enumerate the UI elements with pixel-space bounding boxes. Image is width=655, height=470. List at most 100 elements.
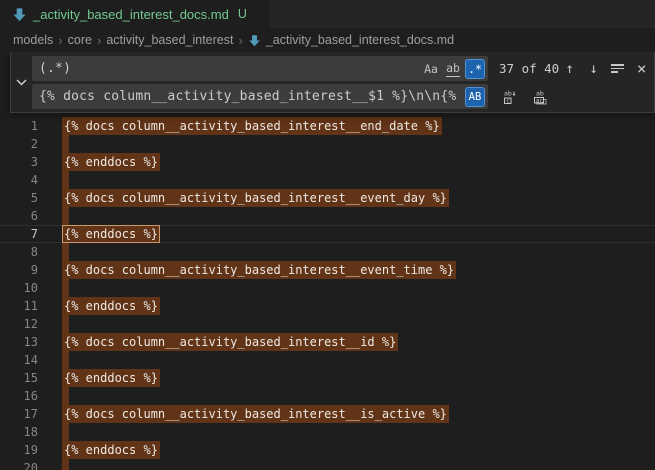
code-text [62,279,69,297]
next-match-button[interactable]: ↓ [583,58,604,79]
code-text: {% docs column__activity_based_interest_… [62,333,398,351]
line-number[interactable]: 6 [0,207,38,225]
code-line[interactable]: 9 {% docs column__activity_based_interest… [0,261,655,279]
code-text [62,243,69,261]
line-number[interactable]: 11 [0,297,38,315]
code-text [62,387,69,405]
replace-all-icon: ab ac [532,89,548,105]
code-line[interactable]: 10 [0,279,655,297]
line-number[interactable]: 16 [0,387,38,405]
find-match-highlight [62,423,69,441]
close-find-button[interactable]: × [631,58,652,79]
find-match-highlight: {% docs column__activity_based_interest_… [62,261,456,279]
find-match-highlight [62,243,69,261]
line-number[interactable]: 2 [0,135,38,153]
line-number[interactable]: 1 [0,117,38,135]
find-input[interactable]: (.*) Aa ab .* [32,56,488,81]
find-match-highlight: {% enddocs %} [62,297,160,315]
chevron-right-icon: › [233,33,247,48]
find-match-highlight [62,387,69,405]
line-number[interactable]: 8 [0,243,38,261]
code-line[interactable]: 13 {% docs column__activity_based_interes… [0,333,655,351]
find-match-highlight [62,315,69,333]
find-match-highlight: {% enddocs %} [62,369,160,387]
breadcrumb-item-file[interactable]: _activity_based_interest_docs.md [248,33,454,47]
line-number[interactable]: 15 [0,369,38,387]
code-text: {% enddocs %} [62,441,160,459]
code-line[interactable]: 7{% enddocs %} [0,225,655,243]
replace-input[interactable]: {% docs column__activity_based_interest_… [32,84,488,109]
code-text [62,351,69,369]
match-case-toggle[interactable]: Aa [421,59,441,79]
editor-pane[interactable]: 1 {% docs column__activity_based_interest… [0,52,655,470]
replace-button[interactable]: ab c [499,86,520,107]
code-line[interactable]: 11 {% enddocs %} [0,297,655,315]
svg-text:ab: ab [504,89,512,97]
replace-all-button[interactable]: ab ac [529,86,550,107]
code-line[interactable]: 12 [0,315,655,333]
arrow-up-icon: ↑ [566,61,574,77]
code-line[interactable]: 5 {% docs column__activity_based_interest… [0,189,655,207]
code-line[interactable]: 3{% enddocs %} [0,153,655,171]
line-number[interactable]: 12 [0,315,38,333]
line-number[interactable]: 13 [0,333,38,351]
code-line[interactable]: 2 [0,135,655,153]
match-count: 37 of 40 [499,61,559,76]
code-line[interactable]: 18 [0,423,655,441]
toggle-replace-button[interactable] [11,52,32,112]
code-line[interactable]: 15 {% enddocs %} [0,369,655,387]
find-match-highlight [62,279,69,297]
breadcrumb-filename: _activity_based_interest_docs.md [266,33,454,47]
find-query-text: (.*) [39,61,419,76]
previous-match-button[interactable]: ↑ [559,58,580,79]
find-row: (.*) Aa ab .* 37 of 40 ↑ ↓ × [32,56,655,81]
find-match-highlight: {% enddocs %} [62,441,160,459]
breadcrumb-item[interactable]: core [68,33,92,47]
find-match-highlight [62,171,69,189]
code-line[interactable]: 17{% docs column__activity_based_interes… [0,405,655,423]
code-text: {% enddocs %} [62,369,160,387]
find-in-selection-button[interactable] [607,58,628,79]
code-line[interactable]: 16 [0,387,655,405]
regex-toggle[interactable]: .* [465,59,485,79]
chevron-right-icon: › [53,33,67,48]
preserve-case-toggle[interactable]: AB [465,87,485,107]
find-match-highlight [62,135,69,153]
whole-word-toggle[interactable]: ab [443,59,463,79]
code-text [62,207,69,225]
line-number[interactable]: 19 [0,441,38,459]
code-text: {% docs column__activity_based_interest_… [62,189,449,207]
tab-active-file[interactable]: _activity_based_interest_docs.md U [0,0,270,28]
code-line[interactable]: 4 [0,171,655,189]
markdown-file-icon [12,7,27,22]
code-line[interactable]: 8 [0,243,655,261]
line-number[interactable]: 10 [0,279,38,297]
code-line[interactable]: 1 {% docs column__activity_based_interest… [0,117,655,135]
find-match-highlight [62,207,69,225]
markdown-file-icon [248,34,261,47]
breadcrumb-item[interactable]: activity_based_interest [106,33,233,47]
code-text: {% docs column__activity_based_interest_… [62,117,442,135]
replace-icon: ab c [502,89,518,105]
line-number[interactable]: 17 [0,405,38,423]
code-line[interactable]: 6 [0,207,655,225]
code-line[interactable]: 14 [0,351,655,369]
breadcrumb-item[interactable]: models [13,33,53,47]
line-number[interactable]: 5 [0,189,38,207]
find-widget-main: (.*) Aa ab .* 37 of 40 ↑ ↓ × [32,52,655,112]
line-number[interactable]: 14 [0,351,38,369]
line-number[interactable]: 18 [0,423,38,441]
code-line[interactable]: 20 [0,459,655,470]
svg-text:ac: ac [535,97,543,104]
chevron-right-icon: › [92,33,106,48]
line-number[interactable]: 20 [0,459,38,470]
line-number[interactable]: 3 [0,153,38,171]
line-number[interactable]: 7 [0,225,38,243]
code-line[interactable]: 19 {% enddocs %} [0,441,655,459]
svg-text:c: c [506,97,510,104]
line-number[interactable]: 4 [0,171,38,189]
code-text [62,423,69,441]
svg-text:ab: ab [536,89,544,97]
arrow-down-icon: ↓ [590,61,598,77]
line-number[interactable]: 9 [0,261,38,279]
